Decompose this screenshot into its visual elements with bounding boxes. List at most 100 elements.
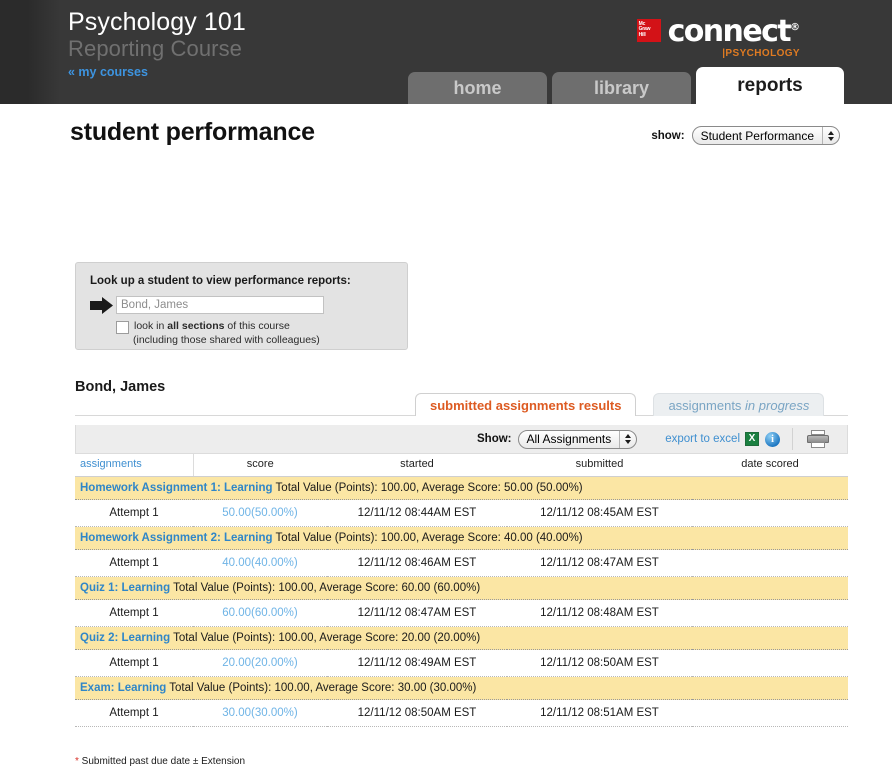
tab-assignments-in-progress[interactable]: assignments in progress xyxy=(653,393,825,416)
column-header-submitted: submitted xyxy=(507,454,692,477)
lookup-title: Look up a student to view performance re… xyxy=(90,275,351,287)
attempt-label: Attempt 1 xyxy=(75,699,193,727)
all-sections-checkbox-row: look in all sections of this course xyxy=(116,320,393,334)
assignment-summary-text: Total Value (Points): 100.00, Average Sc… xyxy=(272,482,583,494)
assignment-summary-text: Total Value (Points): 100.00, Average Sc… xyxy=(272,532,583,544)
table-body: Homework Assignment 1: Learning Total Va… xyxy=(75,476,848,727)
connect-logo: Mc Graw Hill connect® |PSYCHOLOGY xyxy=(636,13,800,59)
tab-submitted-assignments-results[interactable]: submitted assignments results xyxy=(415,393,637,416)
assignment-summary-text: Total Value (Points): 100.00, Average Sc… xyxy=(170,632,481,644)
report-type-select[interactable]: Student Performance xyxy=(691,126,840,145)
score-link[interactable]: 20.00(20.00%) xyxy=(222,657,297,669)
attempt-score: 20.00(20.00%) xyxy=(193,649,327,677)
attempt-submitted: 12/11/12 08:51AM EST xyxy=(507,699,692,727)
site-header: Psychology 101 Reporting Course « my cou… xyxy=(0,0,892,104)
export-to-excel-link[interactable]: export to excel xyxy=(665,433,740,445)
attempt-label: Attempt 1 xyxy=(75,499,193,527)
assignment-link[interactable]: Homework Assignment 2: Learning xyxy=(80,532,273,544)
attempt-submitted: 12/11/12 08:50AM EST xyxy=(507,649,692,677)
results-toolbar: Show: All Assignments export to excel X … xyxy=(75,425,848,454)
assignment-filter-value: All Assignments xyxy=(526,432,612,446)
assignment-summary-text: Total Value (Points): 100.00, Average Sc… xyxy=(170,582,481,594)
main-nav-tabs: home library reports xyxy=(408,67,844,104)
toolbar-divider xyxy=(792,428,793,450)
in-progress-prefix: assignments xyxy=(668,398,746,413)
brand-row: Mc Graw Hill connect® xyxy=(636,13,800,47)
my-courses-link[interactable]: « my courses xyxy=(68,65,148,79)
assignment-link[interactable]: Quiz 1: Learning xyxy=(80,582,170,594)
assignment-filter-select[interactable]: All Assignments xyxy=(517,429,638,449)
course-block: Psychology 101 Reporting Course « my cou… xyxy=(68,8,246,81)
student-search-input[interactable] xyxy=(116,296,324,314)
excel-icon-glyph: X xyxy=(746,433,758,445)
all-sections-label: look in all sections of this course xyxy=(134,320,290,333)
column-header-assignments[interactable]: assignments xyxy=(75,454,194,477)
course-subtitle: Reporting Course xyxy=(68,36,243,61)
footnote-text: Submitted past due date ± Extension xyxy=(78,756,246,767)
excel-icon[interactable]: X xyxy=(745,432,759,446)
assignment-summary-row: Quiz 2: Learning Total Value (Points): 1… xyxy=(75,626,848,650)
lookup-input-row xyxy=(90,296,393,314)
attempt-date-scored xyxy=(692,649,848,677)
assignment-summary-cell: Exam: Learning Total Value (Points): 100… xyxy=(75,676,848,700)
report-type-value: Student Performance xyxy=(700,128,814,143)
attempt-score: 30.00(30.00%) xyxy=(193,699,327,727)
attempt-started: 12/11/12 08:46AM EST xyxy=(327,549,507,577)
check-text-after: of this course xyxy=(224,320,290,332)
arrow-right-icon xyxy=(90,296,116,314)
attempt-submitted: 12/11/12 08:47AM EST xyxy=(507,549,692,577)
score-link[interactable]: 60.00(60.00%) xyxy=(222,607,297,619)
show-report-selector: show: Student Performance xyxy=(651,126,840,145)
assignment-summary-cell: Homework Assignment 2: Learning Total Va… xyxy=(75,526,848,550)
connect-text: connect xyxy=(667,14,792,49)
assignment-link[interactable]: Homework Assignment 1: Learning xyxy=(80,482,273,494)
attempt-submitted: 12/11/12 08:48AM EST xyxy=(507,599,692,627)
printer-icon[interactable] xyxy=(807,429,829,449)
attempt-date-scored xyxy=(692,699,848,727)
column-header-score: score xyxy=(193,454,327,477)
brand-discipline: |PSYCHOLOGY xyxy=(722,48,800,59)
score-link[interactable]: 50.00(50.00%) xyxy=(222,507,297,519)
score-link[interactable]: 40.00(40.00%) xyxy=(222,557,297,569)
attempt-date-scored xyxy=(692,599,848,627)
attempt-started: 12/11/12 08:44AM EST xyxy=(327,499,507,527)
attempt-started: 12/11/12 08:47AM EST xyxy=(327,599,507,627)
show-label: show: xyxy=(651,129,685,142)
info-icon[interactable]: i xyxy=(765,431,780,447)
all-sections-checkbox[interactable] xyxy=(116,321,129,334)
attempt-started: 12/11/12 08:50AM EST xyxy=(327,699,507,727)
attempt-score: 60.00(60.00%) xyxy=(193,599,327,627)
tab-home[interactable]: home xyxy=(408,72,547,104)
assignment-summary-cell: Homework Assignment 1: Learning Total Va… xyxy=(75,476,848,500)
table-row: Attempt 1 40.00(40.00%) 12/11/12 08:46AM… xyxy=(75,549,848,577)
table-header-row: assignments score started submitted date… xyxy=(75,454,848,477)
attempt-date-scored xyxy=(692,549,848,577)
assignment-summary-cell: Quiz 1: Learning Total Value (Points): 1… xyxy=(75,576,848,600)
assignment-summary-cell: Quiz 2: Learning Total Value (Points): 1… xyxy=(75,626,848,650)
score-link[interactable]: 30.00(30.00%) xyxy=(222,707,297,719)
results-table: assignments score started submitted date… xyxy=(75,454,848,727)
assignment-link[interactable]: Quiz 2: Learning xyxy=(80,632,170,644)
student-lookup-panel: Look up a student to view performance re… xyxy=(75,262,408,350)
assignment-summary-row: Homework Assignment 1: Learning Total Va… xyxy=(75,476,848,500)
tab-library[interactable]: library xyxy=(552,72,691,104)
assignment-summary-row: Homework Assignment 2: Learning Total Va… xyxy=(75,526,848,550)
table-row: Attempt 1 20.00(20.00%) 12/11/12 08:49AM… xyxy=(75,649,848,677)
mcgraw-line-3: Hill xyxy=(638,31,646,38)
tab-reports[interactable]: reports xyxy=(696,67,844,104)
attempt-label: Attempt 1 xyxy=(75,549,193,577)
attempt-started: 12/11/12 08:49AM EST xyxy=(327,649,507,677)
page-title: student performance xyxy=(70,118,315,146)
assignment-summary-row: Quiz 1: Learning Total Value (Points): 1… xyxy=(75,576,848,600)
results-tabs: submitted assignments results assignment… xyxy=(415,393,825,416)
column-header-date-scored: date scored xyxy=(692,454,848,477)
connect-wordmark: connect® xyxy=(668,13,800,47)
in-progress-italic: in progress xyxy=(745,398,810,413)
check-text-bold: all sections xyxy=(167,320,225,332)
toolbar-show-label: Show: xyxy=(477,433,512,445)
check-text-before: look in xyxy=(134,320,168,332)
student-name: Bond, James xyxy=(75,379,166,395)
table-row: Attempt 1 50.00(50.00%) 12/11/12 08:44AM… xyxy=(75,499,848,527)
attempt-score: 50.00(50.00%) xyxy=(193,499,327,527)
attempt-label: Attempt 1 xyxy=(75,649,193,677)
